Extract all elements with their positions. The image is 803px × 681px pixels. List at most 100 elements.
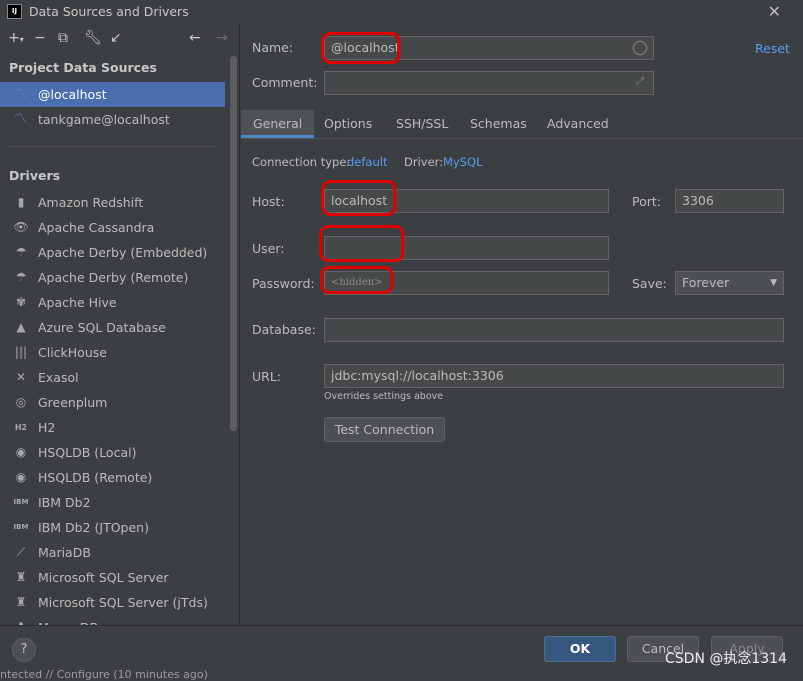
driver-item[interactable]: ✕ Exasol	[0, 365, 225, 390]
title-bar: IJ Data Sources and Drivers ✕	[0, 0, 803, 24]
driver-label: Apache Cassandra	[38, 220, 155, 235]
driver-item[interactable]: IBM IBM Db2 (JTOpen)	[0, 515, 225, 540]
tab-options[interactable]: Options	[324, 110, 372, 138]
hsqldb-icon: ◉	[15, 445, 27, 459]
exasol-icon: ✕	[15, 370, 27, 384]
driver-label: Greenplum	[38, 395, 108, 410]
comment-label: Comment:	[252, 75, 318, 90]
driver-label: Apache Derby (Remote)	[38, 270, 189, 285]
derby-icon: ☂	[15, 270, 27, 284]
driver-item[interactable]: H2 H2	[0, 415, 225, 440]
driver-label: Exasol	[38, 370, 79, 385]
database-label: Database:	[252, 322, 316, 337]
cassandra-icon: 👁︎	[13, 220, 29, 234]
dialog-footer: ? OK Cancel Apply ntected // Configure (…	[0, 625, 803, 681]
name-field[interactable]: @localhost	[324, 36, 654, 60]
driver-label: Azure SQL Database	[38, 320, 166, 335]
driver-item[interactable]: ♜ Microsoft SQL Server (jTds)	[0, 590, 225, 615]
ok-button[interactable]: OK	[544, 636, 616, 662]
driver-label: H2	[38, 420, 56, 435]
forward-arrow-icon[interactable]: →	[216, 30, 228, 46]
help-button[interactable]: ?	[12, 638, 36, 662]
driver-item[interactable]: IBM IBM Db2	[0, 490, 225, 515]
mongodb-icon: ♣	[12, 615, 30, 625]
driver-link[interactable]: MySQL	[443, 155, 483, 169]
test-connection-button[interactable]: Test Connection	[324, 417, 445, 442]
driver-item[interactable]: ♜ Microsoft SQL Server	[0, 565, 225, 590]
driver-item[interactable]: ✾ Apache Hive	[0, 290, 225, 315]
save-dropdown[interactable]: Forever ▼	[675, 271, 784, 295]
driver-label: HSQLDB (Remote)	[38, 470, 153, 485]
driver-item[interactable]: ◉ HSQLDB (Local)	[0, 440, 225, 465]
driver-item[interactable]: ||| ClickHouse	[0, 340, 225, 365]
driver-label: ClickHouse	[38, 345, 107, 360]
import-icon[interactable]: ↙	[110, 30, 122, 46]
window-title: Data Sources and Drivers	[29, 4, 189, 19]
datasource-label: tankgame@localhost	[38, 112, 170, 127]
mysql-icon: 〽	[14, 112, 28, 127]
driver-label: Apache Hive	[38, 295, 117, 310]
driver-label: Microsoft SQL Server (jTds)	[38, 595, 208, 610]
tab-schemas[interactable]: Schemas	[470, 110, 527, 138]
tab-bar: General Options SSH/SSL Schemas Advanced	[240, 110, 803, 138]
driver-label: MongoDB	[38, 615, 98, 625]
add-icon[interactable]: +▾	[8, 30, 24, 48]
url-label: URL:	[252, 369, 282, 384]
section-divider	[9, 146, 216, 147]
project-sources-heading: Project Data Sources	[9, 60, 157, 75]
datasource-localhost[interactable]: 〽 @localhost	[0, 82, 225, 107]
driver-label: Driver:	[404, 155, 444, 169]
host-field[interactable]: localhost	[324, 189, 609, 213]
sqlserver-icon: ♜	[15, 595, 27, 609]
left-panel: +▾ − ⧉ 🔧︎ ↙ ← → Project Data Sources 〽 @…	[0, 24, 239, 625]
user-field[interactable]	[324, 236, 609, 260]
redshift-icon: ▮	[17, 195, 25, 209]
driver-label: Microsoft SQL Server	[38, 570, 169, 585]
user-label: User:	[252, 241, 285, 256]
hive-icon: ✾	[15, 295, 27, 309]
expand-icon[interactable]: ⤢	[636, 76, 644, 87]
h2-icon: H2	[14, 423, 28, 432]
driver-label: IBM Db2 (JTOpen)	[38, 520, 149, 535]
name-label: Name:	[252, 40, 294, 55]
reset-link[interactable]: Reset	[755, 41, 790, 56]
driver-item[interactable]: ▲ Azure SQL Database	[0, 315, 225, 340]
color-circle-icon[interactable]	[633, 41, 647, 55]
database-field[interactable]	[324, 318, 784, 342]
driver-item[interactable]: 👁︎ Apache Cassandra	[0, 215, 225, 240]
left-scrollbar[interactable]	[230, 56, 237, 431]
url-field[interactable]: jdbc:mysql://localhost:3306	[324, 364, 784, 388]
ibm-db2-icon: IBM	[13, 498, 29, 506]
datasource-tankgame[interactable]: 〽 tankgame@localhost	[0, 107, 225, 132]
duplicate-icon[interactable]: ⧉	[58, 30, 68, 46]
save-dropdown-value: Forever	[682, 275, 730, 290]
back-arrow-icon[interactable]: ←	[189, 30, 201, 46]
port-label: Port:	[632, 194, 661, 209]
driver-label: HSQLDB (Local)	[38, 445, 137, 460]
mariadb-icon: ⟋	[16, 545, 26, 559]
tab-general[interactable]: General	[241, 110, 315, 138]
driver-item[interactable]: ▮ Amazon Redshift	[0, 190, 225, 215]
azure-icon: ▲	[16, 320, 26, 334]
driver-label: MariaDB	[38, 545, 91, 560]
close-icon[interactable]: ✕	[768, 2, 781, 21]
ibm-db2-icon: IBM	[13, 523, 29, 531]
connection-type-link[interactable]: default	[347, 155, 387, 169]
remove-icon[interactable]: −	[34, 30, 46, 46]
tab-ssh-ssl[interactable]: SSH/SSL	[396, 110, 448, 138]
driver-item[interactable]: ☂ Apache Derby (Remote)	[0, 265, 225, 290]
wrench-icon[interactable]: 🔧︎	[84, 30, 102, 46]
settings-panel: Name: @localhost Reset Comment: ⤢ Genera…	[240, 24, 803, 625]
driver-item[interactable]: ☂ Apache Derby (Embedded)	[0, 240, 225, 265]
port-field[interactable]: 3306	[675, 189, 784, 213]
driver-item[interactable]: ♣ MongoDB	[0, 615, 225, 625]
driver-label: IBM Db2	[38, 495, 91, 510]
comment-field[interactable]	[324, 71, 654, 95]
driver-label: Amazon Redshift	[38, 195, 144, 210]
driver-item[interactable]: ◎ Greenplum	[0, 390, 225, 415]
driver-item[interactable]: ⟋ MariaDB	[0, 540, 225, 565]
watermark: CSDN @执念1314	[665, 651, 787, 667]
driver-item[interactable]: ◉ HSQLDB (Remote)	[0, 465, 225, 490]
tab-advanced[interactable]: Advanced	[547, 110, 609, 138]
password-field[interactable]: <hidden>	[324, 271, 609, 295]
